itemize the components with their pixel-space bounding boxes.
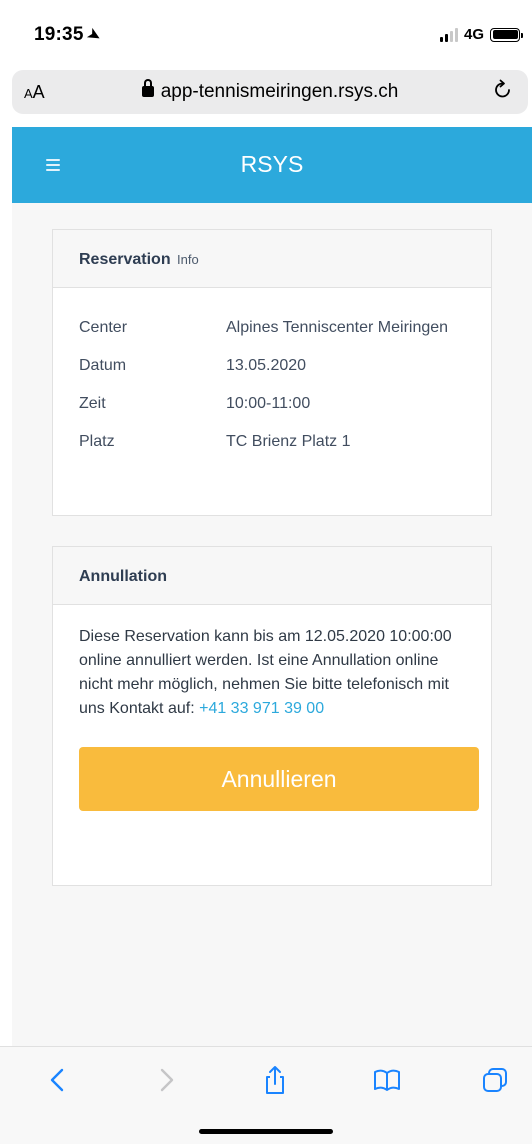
url-text: app-tennismeiringen.rsys.ch xyxy=(160,81,399,102)
brand-title: RSYS xyxy=(240,151,304,177)
time-label: 19:35 xyxy=(34,24,84,45)
phone-link[interactable]: +41 33 971 39 00 xyxy=(199,700,324,717)
battery-icon xyxy=(490,27,523,42)
app-header: RSYS xyxy=(12,127,532,203)
status-indicators: 4G xyxy=(439,26,523,43)
cancellation-card: Annullation Diese Reservation kann bis a… xyxy=(52,546,492,886)
address-bar[interactable]: AA app-tennismeiringen.rsys.ch xyxy=(12,70,528,114)
detail-row-platz: Platz TC Brienz Platz 1 xyxy=(79,430,465,454)
detail-value: TC Brienz Platz 1 xyxy=(226,433,351,450)
url-field[interactable]: app-tennismeiringen.rsys.ch xyxy=(12,79,528,103)
cancellation-card-header: Annullation xyxy=(53,547,491,605)
detail-row-zeit: Zeit 10:00-11:00 xyxy=(79,392,465,416)
cancel-reservation-button[interactable]: Annullieren xyxy=(79,747,479,811)
detail-row-datum: Datum 13.05.2020 xyxy=(79,354,465,378)
reservation-title: Reservation xyxy=(79,251,171,268)
network-label: 4G xyxy=(463,26,484,43)
page-viewport: RSYS Reservation Info Center Alpines Ten… xyxy=(12,127,532,1046)
share-icon[interactable] xyxy=(260,1065,290,1095)
detail-label: Center xyxy=(79,319,128,336)
detail-label: Platz xyxy=(79,433,115,450)
cancellation-text: Diese Reservation kann bis am 12.05.2020… xyxy=(79,625,465,721)
status-time: 19:35➤ xyxy=(34,24,104,46)
detail-row-center: Center Alpines Tenniscenter Meiringen xyxy=(79,316,465,340)
tabs-icon[interactable] xyxy=(480,1065,510,1095)
lock-icon xyxy=(141,79,154,97)
detail-label: Datum xyxy=(79,357,127,374)
reservation-details: Center Alpines Tenniscenter Meiringen Da… xyxy=(53,288,491,454)
detail-value: 10:00-11:00 xyxy=(226,395,311,412)
home-indicator[interactable] xyxy=(199,1129,333,1134)
reload-icon[interactable] xyxy=(492,79,514,101)
cancellation-title: Annullation xyxy=(79,568,167,585)
detail-value: Alpines Tenniscenter Meiringen xyxy=(226,319,449,336)
status-bar: 19:35➤ 4G xyxy=(0,0,532,66)
detail-value: 13.05.2020 xyxy=(226,357,307,374)
back-icon[interactable] xyxy=(43,1065,73,1095)
reservation-subtitle: Info xyxy=(177,252,199,267)
signal-icon xyxy=(439,27,458,42)
reservation-card-header: Reservation Info xyxy=(53,230,491,288)
forward-icon[interactable] xyxy=(151,1065,181,1095)
detail-label: Zeit xyxy=(79,395,106,412)
cancellation-body: Diese Reservation kann bis am 12.05.2020… xyxy=(53,605,491,811)
bookmarks-icon[interactable] xyxy=(372,1065,402,1095)
location-arrow-icon: ➤ xyxy=(83,24,104,46)
reservation-info-card: Reservation Info Center Alpines Tennisce… xyxy=(52,229,492,516)
